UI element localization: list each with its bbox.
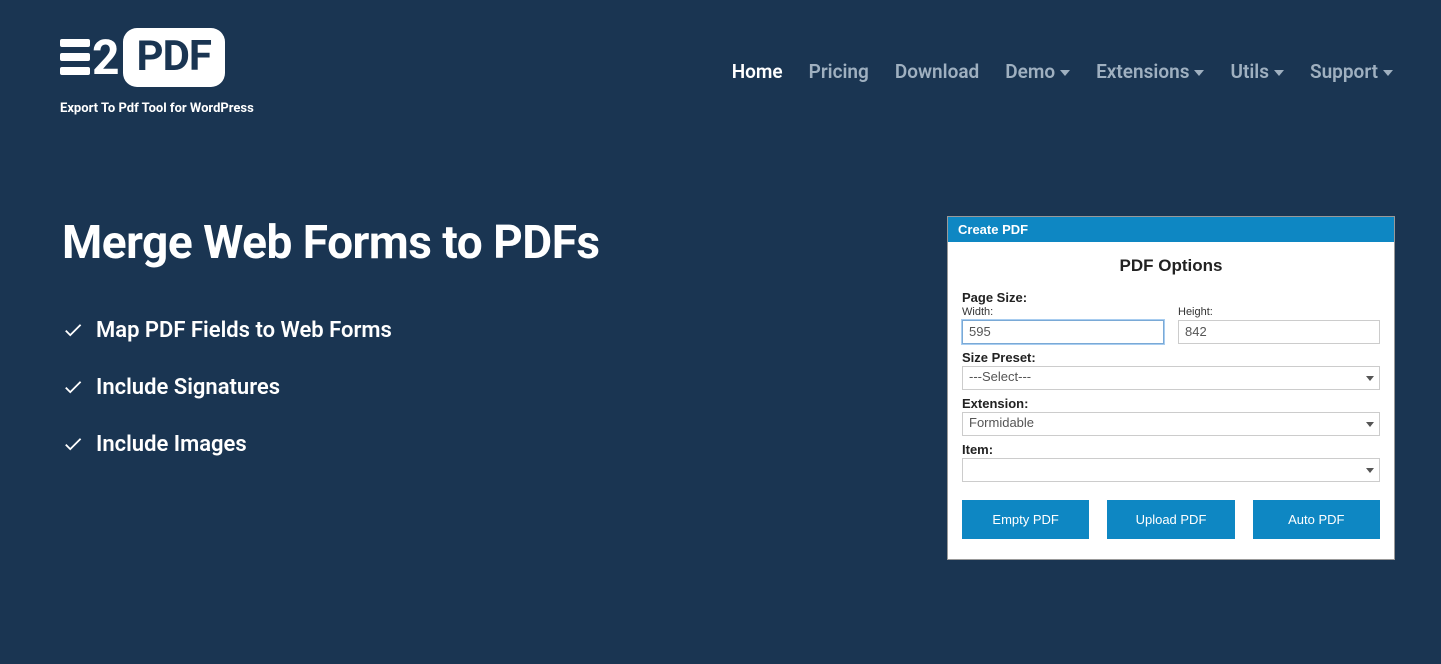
feature-item: Map PDF Fields to Web Forms [62, 318, 907, 343]
logo-block: 2 PDF Export To Pdf Tool for WordPress [60, 28, 254, 116]
size-preset-select[interactable]: ---Select--- [962, 366, 1380, 390]
chevron-down-icon [1274, 70, 1284, 76]
nav-extensions[interactable]: Extensions [1096, 60, 1204, 83]
header: 2 PDF Export To Pdf Tool for WordPress H… [0, 0, 1441, 116]
nav-demo[interactable]: Demo [1005, 60, 1070, 83]
button-row: Empty PDF Upload PDF Auto PDF [962, 500, 1380, 539]
nav-home[interactable]: Home [732, 60, 783, 83]
extension-label: Extension: [962, 396, 1380, 411]
auto-pdf-button[interactable]: Auto PDF [1253, 500, 1380, 539]
chevron-down-icon [1060, 70, 1070, 76]
item-select[interactable] [962, 458, 1380, 482]
item-label: Item: [962, 442, 1380, 457]
extension-select[interactable]: Formidable [962, 412, 1380, 436]
logo-pdf: PDF [123, 28, 225, 87]
height-input[interactable] [1178, 320, 1380, 344]
nav-support[interactable]: Support [1310, 60, 1393, 83]
nav-pricing[interactable]: Pricing [809, 60, 869, 83]
check-icon [62, 376, 84, 398]
nav-utils[interactable]: Utils [1230, 60, 1284, 83]
feature-label: Include Signatures [96, 375, 280, 400]
panel-body: PDF Options Page Size: Width: Height: Si… [948, 242, 1394, 559]
nav-download[interactable]: Download [895, 60, 979, 83]
empty-pdf-button[interactable]: Empty PDF [962, 500, 1089, 539]
panel-header: Create PDF [948, 217, 1394, 242]
logo-two: 2 [92, 29, 119, 86]
chevron-down-icon [1383, 70, 1393, 76]
width-input[interactable] [962, 320, 1164, 344]
hero-left: Merge Web Forms to PDFs Map PDF Fields t… [62, 216, 907, 560]
hero-title: Merge Web Forms to PDFs [62, 216, 907, 270]
upload-pdf-button[interactable]: Upload PDF [1107, 500, 1234, 539]
panel-title: PDF Options [962, 256, 1380, 276]
main-nav: Home Pricing Download Demo Extensions Ut… [732, 60, 1393, 83]
logo[interactable]: 2 PDF [60, 28, 254, 87]
page-size-label: Page Size: [962, 290, 1380, 305]
create-pdf-panel: Create PDF PDF Options Page Size: Width:… [947, 216, 1395, 560]
size-preset-label: Size Preset: [962, 350, 1380, 365]
check-icon [62, 433, 84, 455]
logo-tagline: Export To Pdf Tool for WordPress [60, 101, 254, 116]
chevron-down-icon [1194, 70, 1204, 76]
check-icon [62, 319, 84, 341]
height-label: Height: [1178, 306, 1380, 318]
feature-item: Include Signatures [62, 375, 907, 400]
width-label: Width: [962, 306, 1164, 318]
feature-label: Include Images [96, 432, 247, 457]
feature-item: Include Images [62, 432, 907, 457]
menu-bars-icon [60, 39, 90, 75]
feature-label: Map PDF Fields to Web Forms [96, 318, 392, 343]
hero: Merge Web Forms to PDFs Map PDF Fields t… [0, 116, 1441, 560]
